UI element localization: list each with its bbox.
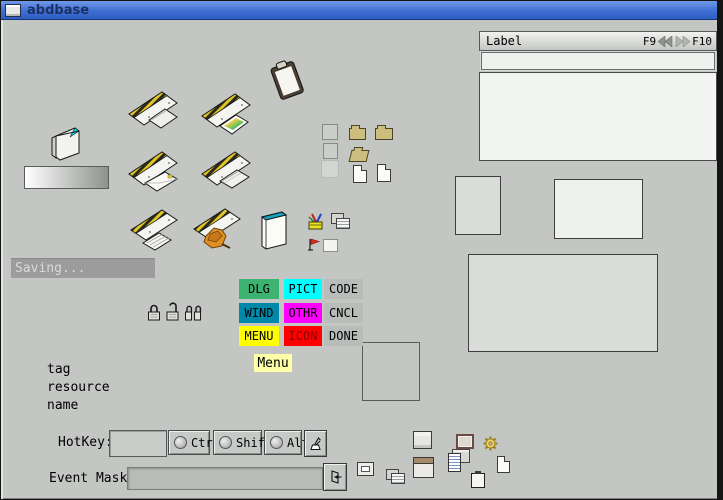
label-panel-title: Label: [486, 34, 522, 48]
window-titled-icon[interactable]: [413, 457, 434, 478]
square-swatch[interactable]: [323, 143, 338, 159]
tag-label: tag: [47, 362, 70, 377]
label-input[interactable]: [481, 52, 715, 70]
type-button-icon[interactable]: ICON: [284, 326, 322, 346]
book-icon[interactable]: [254, 207, 290, 251]
gradient-bar: [24, 166, 109, 189]
preview-rect-outline: [362, 342, 420, 401]
resource-label: resource: [47, 380, 110, 395]
folder-open-icon[interactable]: [349, 150, 370, 162]
name-label: name: [47, 398, 78, 413]
type-button-done[interactable]: DONE: [324, 326, 363, 346]
page-icon[interactable]: [497, 456, 510, 473]
radio-icon[interactable]: [174, 436, 187, 449]
windows-overlap-icon[interactable]: [331, 213, 350, 229]
type-button-dlg[interactable]: DLG: [239, 279, 279, 299]
lock-open-icon[interactable]: [164, 301, 181, 322]
next-arrows-icon[interactable]: [675, 36, 690, 47]
window-frame-icon[interactable]: [456, 434, 474, 449]
type-button-cncl[interactable]: CNCL: [324, 303, 363, 323]
page-icon[interactable]: [377, 164, 391, 182]
type-button-pict[interactable]: PICT: [284, 279, 322, 299]
lock-closed-icon[interactable]: [146, 302, 162, 322]
preview-rect-small: [455, 176, 501, 235]
window-title: abdbase: [27, 3, 89, 18]
paint-tools-icon[interactable]: [307, 212, 326, 231]
folder-icon[interactable]: [375, 128, 393, 140]
page-icon[interactable]: [353, 165, 367, 183]
iso-window-picture-icon[interactable]: [200, 89, 252, 139]
window-list-icon[interactable]: [448, 449, 470, 472]
lock-pair-icon[interactable]: [183, 302, 204, 322]
square-swatch[interactable]: [321, 160, 339, 178]
window-plain-icon[interactable]: [413, 431, 432, 449]
clipboard-icon[interactable]: [265, 59, 309, 101]
mini-window-icon[interactable]: [47, 123, 83, 163]
modifier-ctrl-button[interactable]: Ctrl: [168, 430, 210, 455]
f9-label: F9: [643, 35, 656, 48]
type-button-menu[interactable]: MENU: [239, 326, 279, 346]
hotkey-hand-button[interactable]: [304, 430, 327, 457]
blank-box-icon[interactable]: [323, 239, 338, 252]
app-window: abdbase Label F9 F10 Saving...: [1, 1, 717, 499]
prev-arrows-icon[interactable]: [658, 36, 673, 47]
hotkey-input[interactable]: [109, 430, 167, 457]
windows-overlap-icon[interactable]: [386, 469, 405, 484]
titlebar[interactable]: abdbase: [1, 1, 717, 20]
saving-status-bar: Saving...: [11, 258, 155, 278]
hotkey-label: HotKey:: [58, 435, 113, 450]
preview-rect-large: [468, 254, 658, 352]
label-panel-header: Label F9 F10: [479, 31, 717, 51]
gear-icon[interactable]: [483, 436, 498, 451]
saving-text: Saving...: [15, 261, 85, 276]
label-list-area[interactable]: [479, 72, 717, 161]
event-mask-label: Event Mask:: [49, 471, 135, 486]
iso-window-plain-icon[interactable]: [127, 87, 179, 135]
flag-icon[interactable]: [307, 237, 321, 251]
iso-window-tool-icon[interactable]: [192, 204, 242, 254]
event-mask-input[interactable]: [127, 467, 323, 490]
hand-icon: [308, 435, 324, 453]
modifier-alt-button[interactable]: Alt: [264, 430, 302, 455]
window-inset-icon[interactable]: [357, 462, 374, 476]
square-swatch[interactable]: [322, 124, 338, 140]
iso-window-subwindow-icon[interactable]: [200, 147, 252, 195]
clipboard-small-icon[interactable]: [471, 473, 485, 488]
type-button-wind[interactable]: WIND: [239, 303, 279, 323]
iso-window-keypad-icon[interactable]: [129, 205, 179, 253]
radio-icon[interactable]: [270, 436, 283, 449]
radio-icon[interactable]: [219, 436, 232, 449]
f10-label: F10: [692, 35, 712, 48]
type-button-code[interactable]: CODE: [324, 279, 363, 299]
window-menu-icon[interactable]: [5, 4, 21, 17]
iso-window-envelope-icon[interactable]: [127, 147, 179, 195]
enter-icon: [327, 468, 343, 486]
modifier-shift-button[interactable]: Shift: [213, 430, 262, 455]
folder-icon[interactable]: [349, 128, 366, 140]
preview-rect-medium: [554, 179, 643, 239]
event-mask-enter-button[interactable]: [323, 463, 347, 491]
type-button-othr[interactable]: OTHR: [284, 303, 322, 323]
menu-chip[interactable]: Menu: [254, 354, 292, 372]
